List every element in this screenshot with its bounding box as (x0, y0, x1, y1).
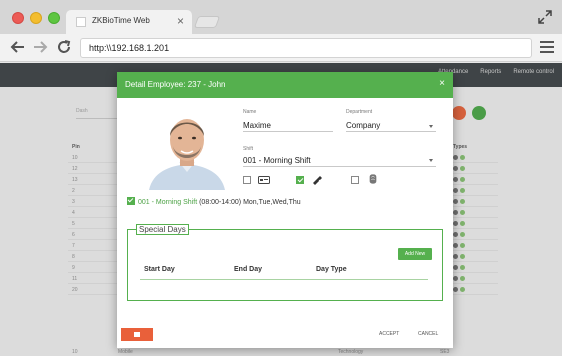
shift-select[interactable]: 001 - Morning Shift (243, 156, 311, 165)
card-icon (258, 176, 270, 184)
maximize-window-button[interactable] (48, 12, 60, 24)
reload-icon[interactable] (56, 39, 72, 55)
browser-titlebar: ZKBioTime Web × (0, 0, 562, 34)
new-tab-button[interactable] (193, 16, 221, 28)
shift-summary-detail: (08:00-14:00) Mon,Tue,Wed,Thu (197, 199, 301, 206)
favicon-icon (76, 17, 86, 27)
employee-detail-modal: Detail Employee: 237 - John × Name Maxim… (117, 72, 453, 348)
minimize-window-button[interactable] (30, 12, 42, 24)
trash-icon (134, 332, 140, 337)
app-add-button[interactable] (472, 106, 486, 120)
special-days-title: Special Days (136, 224, 189, 235)
card-mode-checkbox[interactable] (243, 176, 251, 184)
department-underline (346, 131, 436, 132)
name-underline (243, 131, 333, 132)
fingerprint-icon (369, 174, 377, 184)
column-day-type: Day Type (316, 266, 347, 273)
hamburger-menu-icon[interactable] (540, 41, 554, 53)
tab-close-icon[interactable]: × (177, 14, 184, 28)
accept-button[interactable]: ACCEPT (379, 331, 399, 337)
nav-item-reports[interactable]: Reports (480, 69, 501, 75)
special-days-divider (140, 279, 428, 280)
app-delete-button[interactable] (452, 106, 466, 120)
chevron-down-icon[interactable] (429, 125, 433, 128)
shift-label: Shift (243, 146, 254, 152)
close-window-button[interactable] (12, 12, 24, 24)
chevron-down-icon[interactable] (429, 159, 433, 162)
special-days-panel: Special Days Add New Start Day End Day D… (127, 224, 443, 301)
department-label: Department (346, 109, 373, 115)
name-input[interactable]: Maxime (243, 121, 271, 130)
shift-underline (243, 166, 436, 167)
browser-tab[interactable]: ZKBioTime Web × (66, 10, 192, 34)
header-types: Types (453, 144, 468, 150)
app-search-label: Dash (76, 108, 88, 114)
modal-close-icon[interactable]: × (439, 78, 445, 90)
shift-summary: 001 - Morning Shift (08:00-14:00) Mon,Tu… (127, 197, 301, 206)
name-label: Name (243, 109, 257, 115)
modal-title: Detail Employee: 237 - John (125, 80, 226, 89)
address-bar[interactable]: http:\\192.168.1.201 (80, 38, 532, 58)
forward-arrow-icon[interactable] (32, 39, 48, 55)
browser-toolbar: http:\\192.168.1.201 (0, 34, 562, 62)
delete-button[interactable] (121, 328, 153, 341)
employee-photo (143, 108, 231, 190)
fullscreen-expand-icon[interactable] (538, 10, 552, 24)
shift-summary-checkbox[interactable] (127, 197, 135, 205)
tab-title: ZKBioTime Web (92, 16, 150, 25)
department-select[interactable]: Company (346, 121, 380, 130)
shift-summary-name: 001 - Morning Shift (138, 199, 198, 206)
column-end-day: End Day (234, 266, 263, 273)
fingerprint-mode-checkbox[interactable] (351, 176, 359, 184)
column-start-day: Start Day (144, 266, 175, 273)
password-mode-checkbox[interactable] (296, 176, 304, 184)
header-pin: Pin (72, 144, 80, 150)
back-arrow-icon[interactable] (10, 39, 26, 55)
cancel-button[interactable]: CANCEL (418, 331, 438, 337)
password-icon (313, 176, 322, 185)
nav-item-remote-control[interactable]: Remote control (513, 69, 554, 75)
modal-header: Detail Employee: 237 - John × (117, 72, 453, 98)
add-new-button[interactable]: Add New (398, 248, 432, 260)
app-top-nav: Attendance Reports Remote control (438, 69, 554, 75)
